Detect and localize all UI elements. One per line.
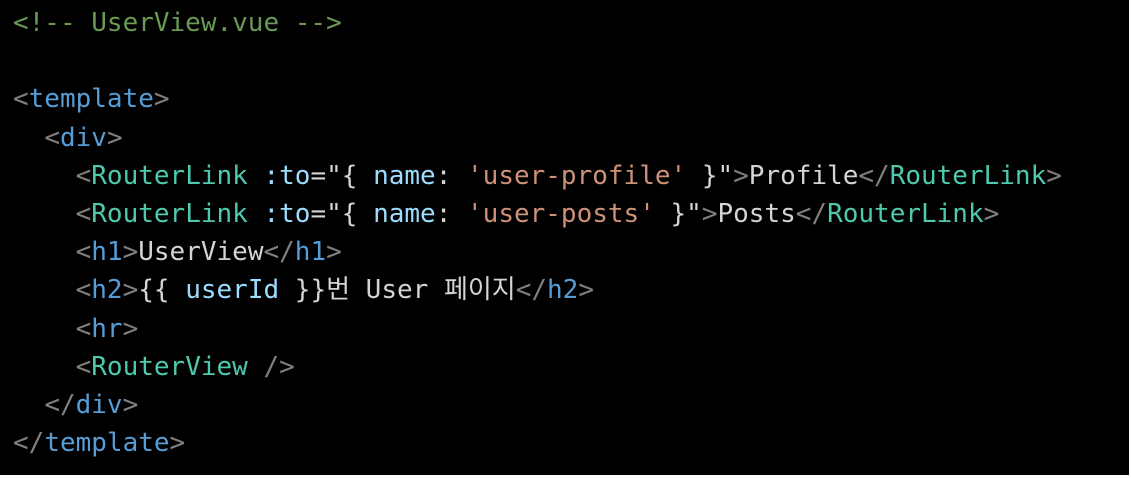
code-line[interactable]: <h2>{{ userId }}번 User 페이지</h2> [0, 271, 1129, 309]
code-token: }" [654, 198, 702, 229]
code-token: UserView [138, 237, 264, 268]
code-token: div [59, 122, 107, 153]
code-token: </ [263, 237, 295, 268]
code-token: > [122, 275, 139, 306]
code-token: </ [515, 275, 548, 306]
code-token: RouterLink [889, 160, 1047, 191]
code-token: h1 [91, 237, 123, 268]
code-token: </ [44, 389, 76, 420]
code-editor[interactable]: <!-- UserView.vue --> <template> <div> <… [0, 0, 1129, 475]
code-line[interactable]: <RouterView /> [0, 348, 1129, 386]
code-token: RouterLink [91, 198, 248, 229]
code-token: name [373, 198, 436, 229]
code-token: < [75, 275, 92, 306]
code-token: :to [263, 198, 311, 229]
code-token: > [169, 428, 186, 459]
code-token: </ [795, 198, 828, 229]
code-token: template [44, 428, 170, 459]
code-token: div [75, 389, 123, 420]
code-token: > [122, 313, 139, 344]
code-line[interactable]: <div> [0, 119, 1129, 157]
code-token: RouterLink [91, 160, 248, 191]
code-token: h2 [91, 275, 123, 306]
code-token: name [373, 160, 436, 191]
code-token: Profile [748, 160, 859, 191]
code-token: }" [686, 160, 734, 191]
code-token: RouterView [91, 351, 248, 382]
code-token: h2 [547, 275, 579, 306]
code-token: < [75, 313, 92, 344]
code-token: < [75, 160, 92, 191]
code-token: > [326, 237, 342, 268]
code-token: < [75, 351, 92, 382]
code-line[interactable]: <template> [0, 80, 1129, 118]
code-token: userId [185, 275, 280, 306]
code-token: > [701, 198, 718, 229]
code-line[interactable]: <hr> [0, 310, 1129, 348]
code-token: > [106, 122, 123, 153]
code-token: }}번 User 페이지 [279, 275, 516, 306]
code-token: : [435, 198, 468, 229]
code-token: h1 [294, 237, 327, 268]
code-line[interactable]: <RouterLink :to="{ name: 'user-profile' … [0, 157, 1129, 195]
code-token: < [75, 198, 92, 229]
code-token: > [578, 275, 594, 306]
code-line[interactable]: </div> [0, 386, 1129, 424]
code-token: RouterLink [827, 198, 984, 229]
code-line[interactable]: <RouterLink :to="{ name: 'user-posts' }"… [0, 195, 1129, 233]
code-token: > [983, 198, 1000, 229]
code-line[interactable]: <h1>UserView</h1> [0, 233, 1129, 271]
code-token: ="{ [310, 160, 374, 191]
code-token: /> [247, 351, 295, 382]
code-token: > [1046, 160, 1062, 191]
code-line[interactable]: </template> [0, 424, 1129, 462]
code-line[interactable] [0, 42, 1129, 80]
code-token: </ [858, 160, 890, 191]
code-token: hr [91, 313, 123, 344]
code-token: 'user-profile' [467, 160, 687, 191]
code-token: > [733, 160, 749, 191]
code-token: > [122, 237, 139, 268]
code-token: > [122, 389, 139, 420]
code-token: > [153, 84, 170, 115]
code-token: < [75, 237, 92, 268]
code-token: 'user-posts' [467, 198, 655, 229]
code-token: </ [13, 428, 45, 459]
code-token: < [13, 84, 29, 115]
code-token: template [28, 84, 154, 115]
code-token: : [435, 160, 468, 191]
code-token: Posts [717, 198, 796, 229]
code-token: <!-- UserView.vue --> [13, 8, 342, 38]
code-token: {{ [138, 275, 186, 306]
code-token: ="{ [310, 198, 374, 229]
code-line[interactable]: <!-- UserView.vue --> [0, 4, 1129, 42]
code-token: :to [263, 160, 311, 191]
code-token: < [44, 122, 60, 153]
